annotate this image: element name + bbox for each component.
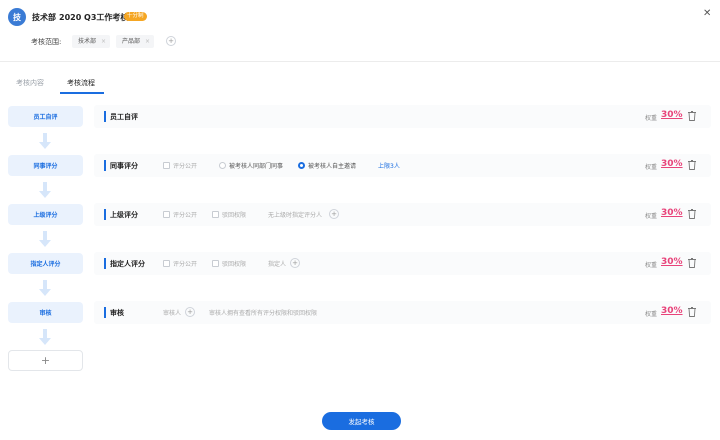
radio-same-dept[interactable]: 被考核人同部门同事 (219, 161, 283, 170)
add-scorer-plus-icon[interactable]: + (329, 209, 339, 219)
card-accent-bar (104, 160, 106, 171)
checkbox-label: 评分公开 (173, 163, 198, 170)
weight-value[interactable]: 30% (661, 306, 683, 316)
card-title: 同事评分 (110, 162, 138, 170)
arrow-down-icon (39, 182, 51, 198)
limit-link[interactable]: 上限3人 (378, 161, 400, 170)
weight-value[interactable]: 30% (661, 208, 683, 218)
checkbox-box[interactable] (212, 260, 219, 267)
card-designated-eval: 指定人评分 评分公开 驳回权限 指定人 + 权重 30% (94, 252, 711, 275)
weight-value[interactable]: 30% (661, 159, 683, 169)
public-score-checkbox[interactable]: 评分公开 (163, 161, 197, 170)
trash-icon[interactable] (688, 258, 696, 268)
card-review: 审核 审核人 + 审核人拥有查看所有评分权限和驳回权限 权重 30% (94, 301, 711, 324)
card-superior-eval: 上级评分 评分公开 驳回权限 无上级时指定评分人 + 权重 30% (94, 203, 711, 226)
review-note: 审核人拥有查看所有评分权限和驳回权限 (209, 310, 318, 317)
step-review[interactable]: 审核 (8, 302, 83, 323)
step-peer[interactable]: 同事评分 (8, 155, 83, 176)
card-title: 上级评分 (110, 211, 138, 219)
radio-label: 被考核人自主邀请 (308, 163, 357, 170)
radio-dot[interactable] (219, 162, 226, 169)
weight-label: 权重 (645, 164, 658, 171)
reject-permission-checkbox[interactable]: 驳回权限 (212, 210, 246, 219)
card-title: 员工自评 (110, 113, 138, 121)
reviewer-label: 审核人 (163, 310, 182, 317)
add-designee-plus-icon[interactable]: + (290, 258, 300, 268)
card-accent-bar (104, 307, 106, 318)
designee-label: 指定人 (268, 261, 287, 268)
step-self[interactable]: 员工自评 (8, 106, 83, 127)
add-scope-plus-icon[interactable]: + (166, 36, 176, 46)
scope-label: 考核范围: (31, 38, 62, 46)
tab-content[interactable]: 考核内容 (16, 78, 44, 88)
remove-tag-icon[interactable]: × (145, 38, 150, 45)
card-accent-bar (104, 209, 106, 220)
card-title: 指定人评分 (110, 260, 145, 268)
checkbox-label: 驳回权限 (222, 261, 247, 268)
tab-flow[interactable]: 考核流程 (67, 78, 95, 88)
arrow-down-icon (39, 231, 51, 247)
weight-label: 权重 (645, 213, 658, 220)
trash-icon[interactable] (688, 307, 696, 317)
launch-review-button[interactable]: 发起考核 (322, 412, 401, 430)
checkbox-label: 评分公开 (173, 261, 198, 268)
add-reviewer-plus-icon[interactable]: + (185, 307, 195, 317)
checkbox-box[interactable] (163, 211, 170, 218)
active-tab-indicator (60, 92, 104, 94)
weight-label: 权重 (645, 311, 658, 318)
radio-self-invite[interactable]: 被考核人自主邀请 (298, 161, 356, 170)
scope-tag-product[interactable]: 产品部 × (116, 35, 155, 48)
step-superior[interactable]: 上级评分 (8, 204, 83, 225)
checkbox-box[interactable] (212, 211, 219, 218)
card-accent-bar (104, 258, 106, 269)
card-title: 审核 (110, 309, 124, 317)
weight-value[interactable]: 30% (661, 110, 683, 120)
checkbox-label: 驳回权限 (222, 212, 247, 219)
radio-dot-selected[interactable] (298, 162, 305, 169)
card-accent-bar (104, 111, 106, 122)
close-icon[interactable]: ✕ (703, 8, 711, 19)
card-self-eval: 员工自评 权重 30% (94, 105, 711, 128)
checkbox-box[interactable] (163, 162, 170, 169)
radio-label: 被考核人同部门同事 (229, 163, 284, 170)
weight-label: 权重 (645, 115, 658, 122)
add-step-button[interactable]: + (8, 350, 83, 371)
scope-tag-label: 技术部 (78, 38, 97, 45)
card-peer-eval: 同事评分 评分公开 被考核人同部门同事 被考核人自主邀请 上限3人 权重 30% (94, 154, 711, 177)
step-designated[interactable]: 指定人评分 (8, 253, 83, 274)
dept-name: 技术部 (32, 13, 56, 22)
reject-permission-checkbox[interactable]: 驳回权限 (212, 259, 246, 268)
arrow-down-icon (39, 329, 51, 345)
checkbox-label: 评分公开 (173, 212, 198, 219)
dept-avatar: 技 (8, 8, 26, 26)
arrow-down-icon (39, 133, 51, 149)
header: 技 技术部 2020 Q3工作考核 十分制 ✕ 考核范围: 技术部 × 产品部 × … (0, 0, 720, 62)
weight-value[interactable]: 30% (661, 257, 683, 267)
scope-tag-tech[interactable]: 技术部 × (72, 35, 111, 48)
trash-icon[interactable] (688, 209, 696, 219)
arrow-down-icon (39, 280, 51, 296)
trash-icon[interactable] (688, 160, 696, 170)
checkbox-box[interactable] (163, 260, 170, 267)
weight-label: 权重 (645, 262, 658, 269)
public-score-checkbox[interactable]: 评分公开 (163, 210, 197, 219)
public-score-checkbox[interactable]: 评分公开 (163, 259, 197, 268)
trash-icon[interactable] (688, 111, 696, 121)
no-superior-label: 无上级时指定评分人 (268, 212, 323, 219)
scoring-badge: 十分制 (124, 12, 147, 21)
scope-tag-label: 产品部 (122, 38, 141, 45)
remove-tag-icon[interactable]: × (101, 38, 106, 45)
page-title: 2020 Q3工作考核 (59, 13, 129, 22)
